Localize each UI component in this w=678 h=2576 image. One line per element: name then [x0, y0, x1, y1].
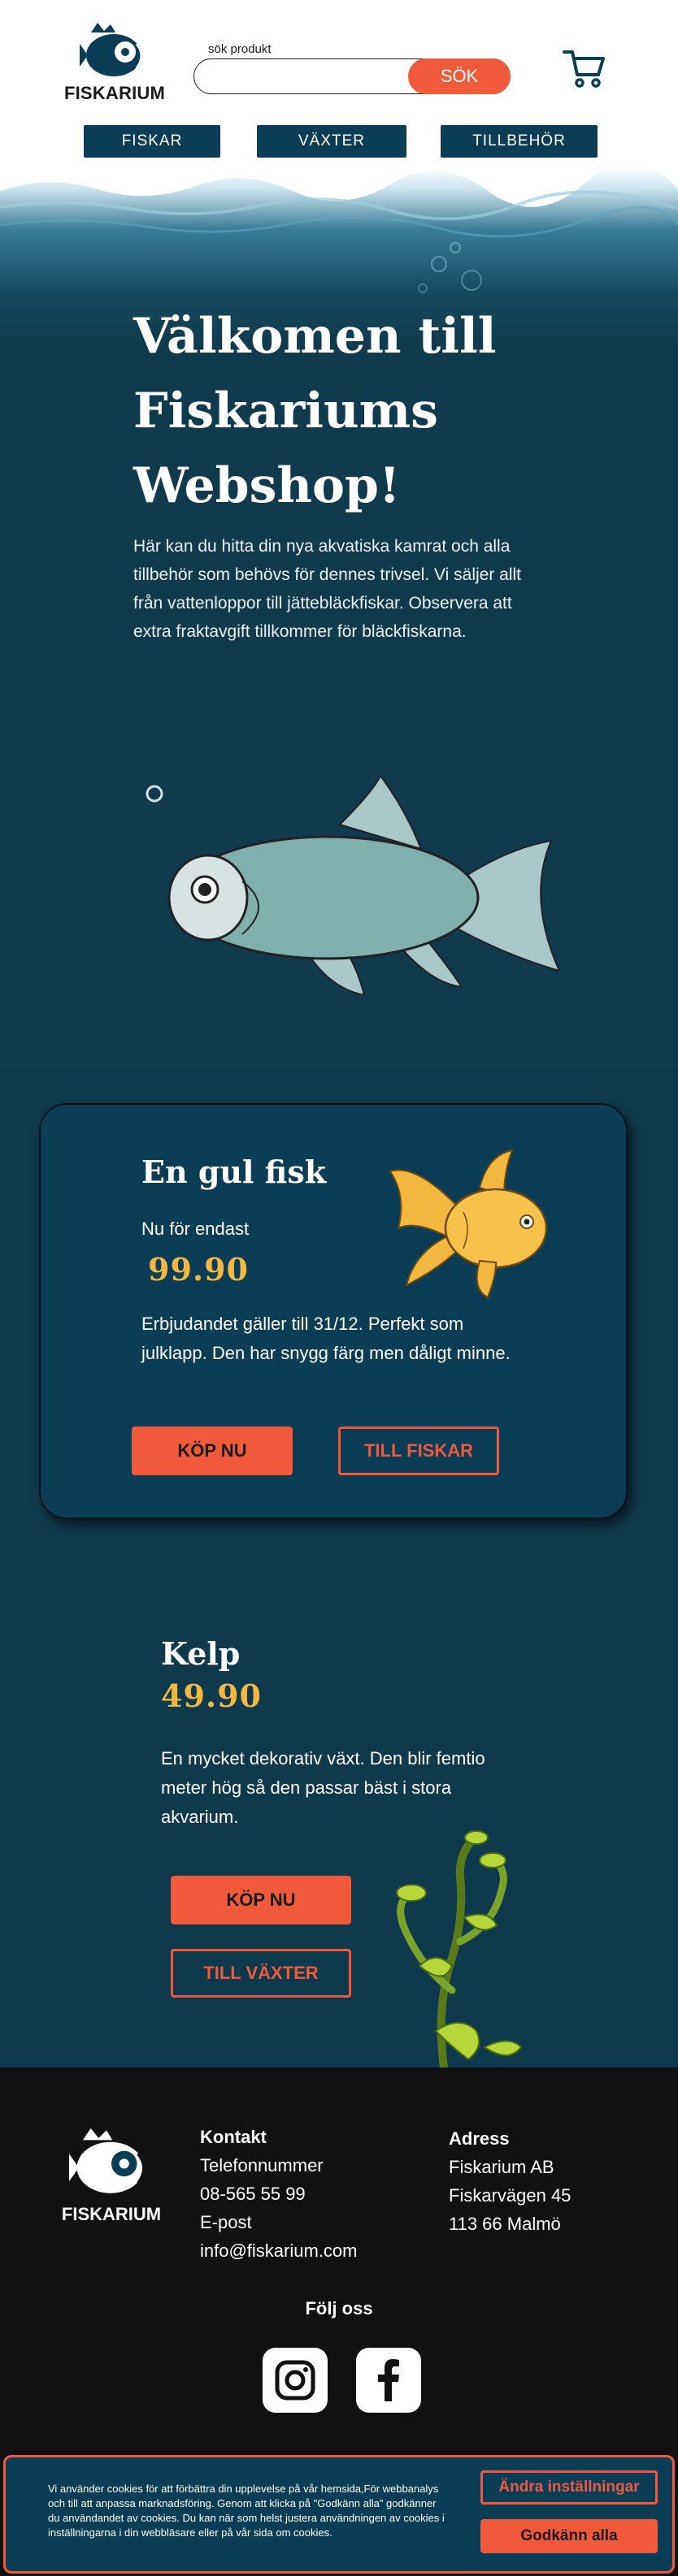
hero-description: Här kan du hitta din nya akvatiska kamra…	[133, 537, 522, 641]
search-label: sök produkt	[208, 42, 272, 56]
cookie-text: Vi använder cookies för att förbättra di…	[48, 2483, 445, 2539]
hero-title-line: Fiskariums	[133, 383, 438, 439]
site-header: FISKARIUM sök produkt SÖK FISKAR VÄXTER …	[0, 0, 678, 167]
facebook-icon	[378, 2359, 399, 2401]
email-label: E-post	[200, 2212, 252, 2232]
to-fish-button[interactable]: TILL FISKAR	[338, 1427, 499, 1475]
cookie-accept-button[interactable]: Godkänn alla	[480, 2519, 658, 2553]
kelp-description: En mycket dekorativ växt. Den blir femti…	[161, 1748, 485, 1827]
nav-item-vaxter[interactable]: VÄXTER	[257, 125, 406, 158]
cookie-settings-button[interactable]: Ändra inställningar	[480, 2470, 658, 2505]
logo-text: FISKARIUM	[63, 83, 165, 103]
offer-price: 99.90	[148, 1251, 249, 1288]
kelp-title: Kelp	[161, 1635, 241, 1672]
footer-address: Adress Fiskarium AB Fiskarvägen 45 113 6…	[449, 2124, 571, 2238]
hero-section: Välkomen till Fiskariums Webshop! Här ka…	[0, 167, 678, 1068]
kelp-price: 49.90	[161, 1678, 262, 1714]
footer-logo-text: FISKARIUM	[61, 2204, 162, 2224]
instagram-link[interactable]	[263, 2348, 328, 2413]
search-input[interactable]	[206, 64, 409, 89]
search-button[interactable]: SÖK	[408, 58, 511, 94]
address-heading: Adress	[449, 2128, 510, 2149]
address-line: 113 66 Malmö	[449, 2214, 561, 2234]
address-line: Fiskarvägen 45	[449, 2185, 572, 2206]
offer-description: Erbjudandet gäller till 31/12. Perfekt s…	[141, 1314, 511, 1363]
footer-contact: Kontakt Telefonnummer 08-565 55 99 E-pos…	[200, 2123, 358, 2265]
offer-title: En gul fisk	[141, 1154, 327, 1190]
nav-item-tillbehor[interactable]: TILLBEHÖR	[441, 125, 598, 158]
email-link[interactable]: info@fiskarium.com	[200, 2236, 358, 2265]
offer-subtitle: Nu för endast	[141, 1219, 250, 1239]
cart-icon[interactable]	[563, 47, 606, 89]
address-line: Fiskarium AB	[449, 2157, 554, 2177]
to-plants-button[interactable]: TILL VÄXTER	[171, 1949, 351, 1998]
follow-us-heading: Följ oss	[305, 2298, 373, 2318]
fish-illustration	[146, 776, 559, 997]
facebook-link[interactable]	[356, 2348, 421, 2413]
contact-heading: Kontakt	[200, 2127, 267, 2147]
fish-logo-icon	[68, 2128, 146, 2193]
kelp-product: Kelp 49.90 En mycket dekorativ växt. Den…	[0, 1556, 678, 2067]
cookie-banner: Vi använder cookies för att förbättra di…	[3, 2455, 675, 2574]
hero-title: Välkomen till Fiskariums Webshop!	[133, 299, 556, 523]
footer-logo[interactable]: FISKARIUM	[55, 2124, 167, 2224]
offer-card: En gul fisk Nu för endast 99.90 Erbjudan…	[39, 1103, 628, 1519]
kelp-illustration	[396, 1830, 523, 2067]
kelp-buy-button[interactable]: KÖP NU	[171, 1876, 351, 1924]
nav-item-fiskar[interactable]: FISKAR	[84, 125, 220, 158]
search-bar: SÖK	[193, 58, 511, 94]
goldfish-illustration	[389, 1149, 548, 1299]
hero-title-line: Välkomen till	[133, 308, 497, 365]
hero-title-line: Webshop!	[133, 457, 401, 514]
fish-logo-icon	[80, 23, 143, 76]
offer-buy-button[interactable]: KÖP NU	[132, 1427, 293, 1475]
site-logo[interactable]: FISKARIUM	[62, 19, 167, 103]
instagram-icon	[275, 2360, 315, 2401]
phone-number[interactable]: 08-565 55 99	[200, 2180, 358, 2208]
phone-label: Telefonnummer	[200, 2155, 324, 2176]
